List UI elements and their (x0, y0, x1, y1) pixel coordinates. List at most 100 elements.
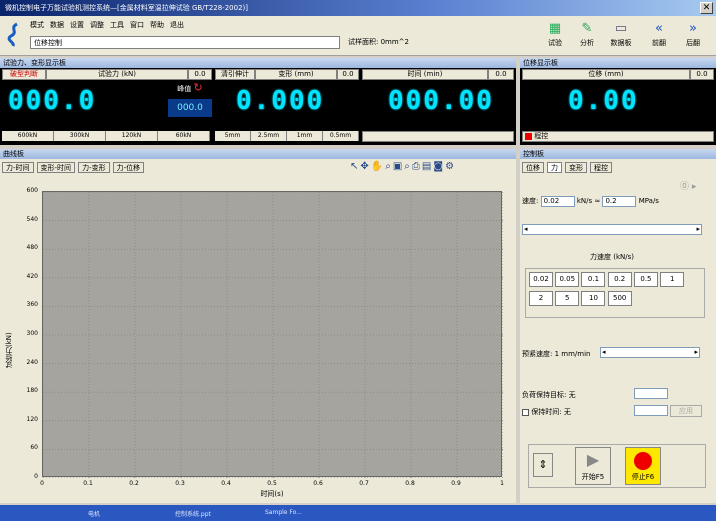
chart-plot-area[interactable] (42, 191, 504, 479)
tab-force-time[interactable]: 力-时间 (2, 162, 34, 173)
force-value: 000.0 (8, 86, 97, 116)
force-display-header: 试验力、变形显示板 (0, 58, 516, 68)
preset-speed-slider[interactable]: ◂ ▸ (600, 347, 700, 358)
range-0-5mm[interactable]: 0.5mm (323, 131, 359, 141)
databoard-button[interactable]: ▭ 数据板 (606, 20, 636, 52)
extension-unit-value: 0.0 (337, 69, 359, 80)
menu-exit[interactable]: 退出 (170, 21, 184, 29)
menu-data[interactable]: 数据 (50, 21, 64, 29)
speed-unit: kN/s (576, 197, 593, 205)
force-range-buttons: 600kN 300kN 120kN 60kN (2, 131, 212, 142)
slider-left-arrow-icon[interactable]: ◂ (524, 225, 528, 233)
jog-icon[interactable]: ⇕ (533, 453, 553, 477)
slider-right-arrow-icon[interactable]: ▸ (696, 225, 700, 233)
rate-0-1[interactable]: 0.1 (581, 272, 606, 287)
rate-2[interactable]: 2 (529, 291, 553, 306)
tab-program[interactable]: 程控 (590, 162, 612, 173)
break-judge-button[interactable]: 破型判断 (2, 69, 46, 80)
x-tick-label: 0.1 (83, 480, 93, 487)
displacement-title: 位移 (mm) (522, 69, 690, 80)
menu-settings[interactable]: 设置 (70, 21, 84, 29)
preset-left-arrow-icon[interactable]: ◂ (602, 348, 606, 356)
tab-extension[interactable]: 变形 (565, 162, 587, 173)
nav-arrows-icon[interactable]: ⓪ ▸ (680, 179, 696, 192)
tab-force-displacement[interactable]: 力-位移 (112, 162, 145, 173)
start-button[interactable]: ▶ 开始F5 (575, 447, 611, 485)
time-unit-value: 0.0 (488, 69, 514, 80)
taskbar-item[interactable]: 控制系统.ppt (175, 509, 211, 518)
control-mode-field[interactable]: 位移控制 (30, 36, 340, 49)
rate-0-2[interactable]: 0.2 (607, 272, 632, 287)
hold-time-checkbox[interactable] (522, 408, 529, 416)
settings-icon[interactable]: ⚙ (445, 161, 456, 172)
pan-icon[interactable]: ✋ (371, 161, 385, 172)
rate-10[interactable]: 10 (581, 291, 606, 306)
taskbar-item[interactable]: 电机 (88, 509, 100, 518)
prev-page-icon: « (655, 21, 663, 36)
tab-extension-time[interactable]: 变形-时间 (36, 162, 76, 173)
move-icon[interactable]: ✥ (360, 161, 370, 172)
rate-0-05[interactable]: 0.05 (555, 272, 580, 287)
menu-window[interactable]: 窗口 (130, 21, 144, 29)
menu-tools[interactable]: 工具 (110, 21, 124, 29)
menu-mode[interactable]: 模式 (30, 21, 44, 29)
zoom-out-icon[interactable]: ⌕ (404, 161, 412, 172)
range-300kn[interactable]: 300kN (54, 131, 106, 141)
curve-panel-header: 曲线板 (0, 149, 516, 159)
range-600kn[interactable]: 600kN (2, 131, 54, 141)
extensometer-button[interactable]: 清引伸计 (215, 69, 255, 80)
range-120kn[interactable]: 120kN (106, 131, 158, 141)
test-button-label: 试验 (548, 39, 562, 47)
fit-icon[interactable]: ▣ (393, 161, 404, 172)
reset-icon[interactable]: ↻ (194, 81, 203, 94)
tab-force-extension[interactable]: 力-变形 (78, 162, 110, 173)
rate-0-5[interactable]: 0.5 (633, 272, 658, 287)
program-control-indicator[interactable]: 程控 (522, 131, 714, 142)
y-tick-label: 480 (26, 244, 38, 252)
rate-5[interactable]: 5 (555, 291, 580, 306)
range-2-5mm[interactable]: 2.5mm (251, 131, 287, 141)
apply-button[interactable]: 应用 (670, 405, 702, 417)
hold-target-input[interactable] (634, 388, 668, 399)
zoom-icon[interactable]: ⌕ (385, 161, 393, 172)
time-footer (362, 131, 514, 142)
menu-adjust[interactable]: 调整 (90, 21, 104, 29)
rate-1[interactable]: 1 (660, 272, 685, 287)
rate-0-02[interactable]: 0.02 (529, 272, 553, 287)
prev-page-button[interactable]: « 前翻 (644, 20, 674, 52)
tab-displacement[interactable]: 位移 (522, 162, 544, 173)
x-tick-label: 0.3 (175, 480, 185, 487)
extension-range-buttons: 5mm 2.5mm 1mm 0.5mm (215, 131, 359, 142)
speed-row: 速度: 0.02 kN/s ≈ 0.2 MPa/s (522, 196, 659, 207)
chart-grid (42, 191, 504, 479)
hold-time-input[interactable] (634, 405, 668, 416)
range-1mm[interactable]: 1mm (287, 131, 323, 141)
range-60kn[interactable]: 60kN (158, 131, 210, 141)
stop-label: 停止F6 (631, 473, 655, 481)
force-title: 试验力 (kN) (46, 69, 188, 80)
menu-help[interactable]: 帮助 (150, 21, 164, 29)
print-icon[interactable]: ⎙ (412, 161, 422, 172)
next-page-button[interactable]: » 后翻 (678, 20, 708, 52)
y-tick-label: 360 (26, 301, 38, 309)
export-icon[interactable]: ▤ (422, 161, 433, 172)
analyze-button[interactable]: ✎ 分析 (572, 20, 602, 52)
taskbar-item[interactable]: Sample Fo... (265, 509, 302, 516)
stress-speed-input[interactable]: 0.2 (602, 196, 637, 207)
rate-title: 力速度 (kN/s) (590, 253, 634, 261)
save-icon[interactable]: ◙ (433, 161, 445, 172)
preset-right-arrow-icon[interactable]: ▸ (694, 348, 698, 356)
rate-500[interactable]: 500 (607, 291, 632, 306)
stop-button[interactable]: 停止F6 (625, 447, 661, 485)
tab-force[interactable]: 力 (547, 162, 562, 173)
x-tick-label: 0.6 (313, 480, 323, 487)
databoard-icon: ▭ (614, 21, 628, 36)
close-icon[interactable]: ✕ (700, 2, 713, 14)
x-tick-label: 0.2 (129, 480, 139, 487)
speed-slider[interactable]: ◂ ▸ (522, 224, 702, 235)
pointer-icon[interactable]: ↖ (350, 161, 360, 172)
test-button[interactable]: ▦ 试验 (540, 20, 570, 52)
speed-input[interactable]: 0.02 (540, 196, 575, 207)
play-icon: ▶ (586, 450, 600, 469)
range-5mm[interactable]: 5mm (215, 131, 251, 141)
